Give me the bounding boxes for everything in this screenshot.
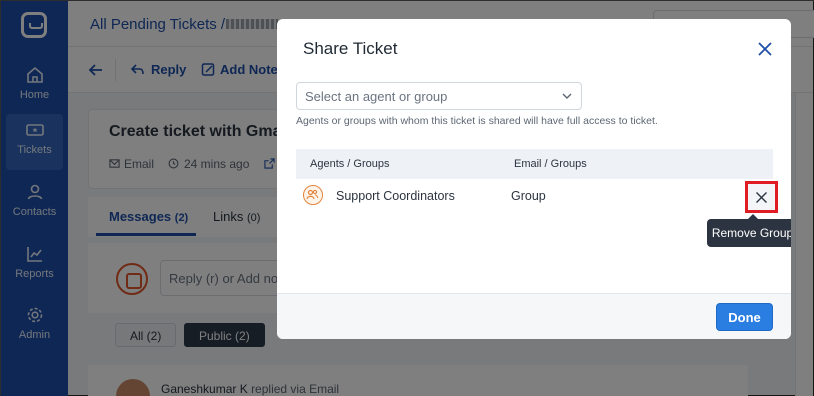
shared-table-header: Agents / Groups Email / Groups bbox=[296, 149, 773, 179]
share-hint-text: Agents or groups with whom this ticket i… bbox=[296, 115, 658, 127]
column-header-agents-groups: Agents / Groups bbox=[310, 158, 390, 170]
group-icon bbox=[303, 185, 323, 205]
remove-group-tooltip: Remove Group bbox=[707, 214, 791, 247]
chevron-down-icon bbox=[562, 93, 572, 99]
modal-title: Share Ticket bbox=[303, 39, 398, 58]
close-icon bbox=[756, 192, 767, 203]
agent-group-input[interactable] bbox=[297, 83, 581, 109]
shared-group-name: Support Coordinators bbox=[336, 189, 455, 203]
shared-group-type: Group bbox=[511, 189, 546, 203]
agent-group-select[interactable] bbox=[296, 82, 582, 110]
remove-group-button[interactable] bbox=[745, 181, 778, 213]
share-ticket-modal: Share Ticket Agents or groups with whom … bbox=[277, 19, 791, 339]
column-header-email-groups: Email / Groups bbox=[514, 158, 587, 170]
table-row: Support Coordinators Group bbox=[296, 179, 778, 213]
close-icon[interactable] bbox=[755, 39, 775, 59]
done-button[interactable]: Done bbox=[716, 303, 773, 331]
modal-footer: Done bbox=[277, 293, 791, 339]
